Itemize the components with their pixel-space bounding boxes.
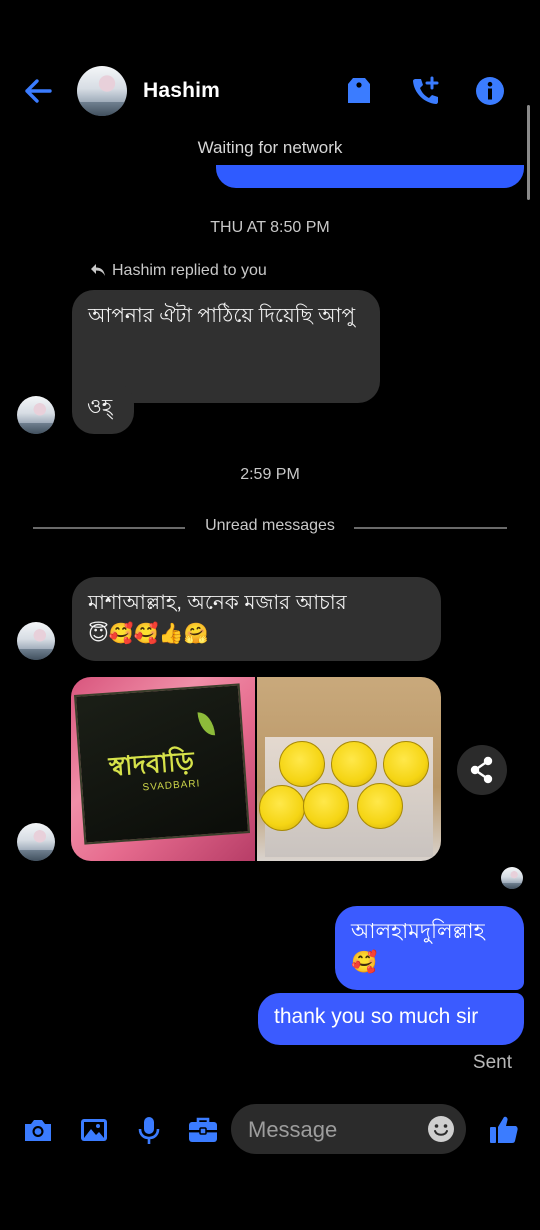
jar-lid [259, 785, 305, 831]
incoming-message[interactable]: মাশাআল্লাহ, অনেক মজার আচার 😇🥰🥰👍🤗 [72, 577, 441, 661]
jar-lid [357, 783, 403, 829]
jar-lid [279, 741, 325, 787]
image-icon[interactable] [78, 1114, 110, 1146]
product-package-image: স্বাদবাড়ি SVADBARI [73, 683, 251, 845]
smiley-icon[interactable] [427, 1115, 455, 1143]
network-status: Waiting for network [197, 138, 343, 157]
photo-attachment[interactable]: স্বাদবাড়ি SVADBARI [71, 677, 255, 861]
contact-name[interactable]: Hashim [143, 79, 220, 103]
message-placeholder: Message [248, 1117, 338, 1142]
avatar[interactable] [77, 66, 127, 116]
outgoing-message-partial[interactable] [216, 165, 524, 188]
outgoing-message[interactable]: আলহামদুলিল্লাহ 🥰 [335, 906, 524, 990]
jar-lid [383, 741, 429, 787]
message-input[interactable]: Message [231, 1104, 466, 1154]
leaf-icon [197, 711, 216, 737]
message-composer: Message [0, 1100, 540, 1160]
divider-line [354, 527, 507, 529]
arrow-left-icon[interactable] [22, 76, 54, 106]
share-button[interactable] [457, 745, 507, 795]
seen-indicator-avatar [501, 867, 523, 889]
share-icon [470, 756, 493, 784]
avatar[interactable] [17, 622, 55, 660]
phone-plus-icon[interactable] [410, 76, 440, 106]
jar-lid [331, 741, 377, 787]
message-emojis: 😇🥰🥰👍🤗 [88, 621, 209, 645]
timestamp: THU AT 8:50 PM [210, 219, 330, 236]
tag-icon[interactable] [344, 76, 374, 106]
camera-icon[interactable] [22, 1114, 54, 1146]
message-text: আলহামদুলিল্লাহ [351, 920, 485, 943]
conversation-header: Hashim [0, 60, 540, 122]
timestamp: 2:59 PM [240, 466, 300, 483]
scrollbar[interactable] [527, 105, 530, 200]
info-icon[interactable] [475, 76, 505, 106]
message-emoji: 🥰 [351, 950, 378, 974]
reply-icon [90, 263, 106, 282]
reply-notice: Hashim replied to you [90, 262, 267, 282]
reply-notice-text: Hashim replied to you [112, 262, 267, 279]
unread-divider: Unread messages [33, 517, 507, 537]
avatar[interactable] [17, 823, 55, 861]
unread-label: Unread messages [205, 517, 335, 534]
avatar[interactable] [17, 396, 55, 434]
message-text: মাশাআল্লাহ, অনেক মজার আচার [88, 592, 347, 614]
outgoing-message[interactable]: thank you so much sir [258, 993, 524, 1045]
incoming-message[interactable]: ওহ্ [72, 382, 134, 434]
briefcase-icon[interactable] [187, 1114, 219, 1146]
delivery-status: Sent [472, 1052, 512, 1073]
jar-lid [303, 783, 349, 829]
thumbs-up-icon[interactable] [488, 1114, 520, 1146]
photo-attachment[interactable] [257, 677, 441, 861]
microphone-icon[interactable] [133, 1114, 165, 1146]
